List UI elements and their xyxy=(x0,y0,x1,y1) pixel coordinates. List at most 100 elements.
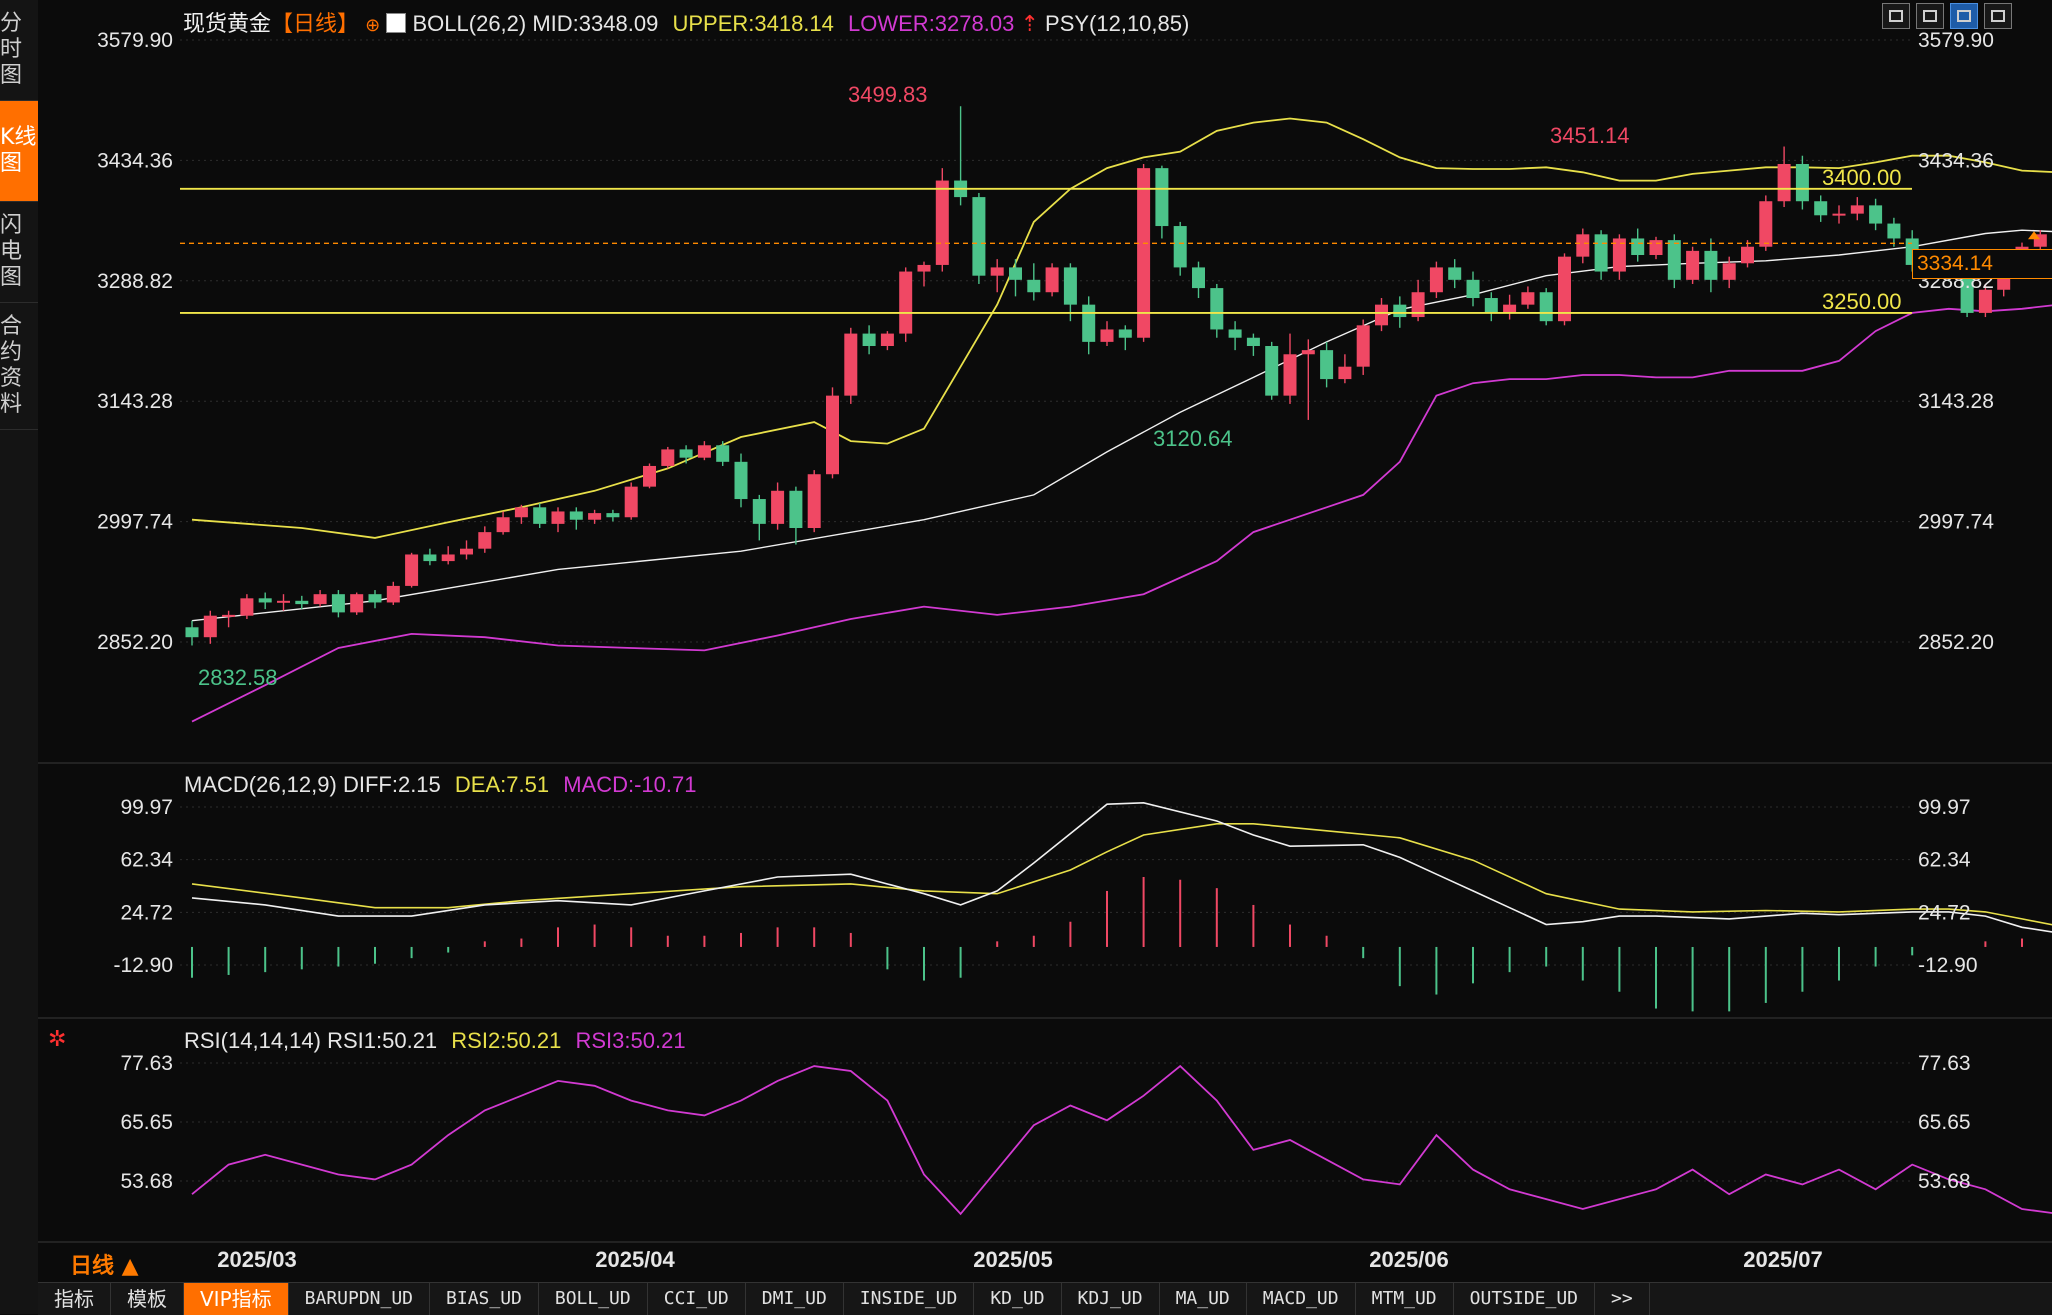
layout-split-icon[interactable] xyxy=(1916,3,1944,29)
boll-name: BOLL(26,2) xyxy=(413,11,527,36)
candle-body xyxy=(991,267,1004,275)
candle-body xyxy=(515,507,528,517)
price-axis-label-right: 3579.90 xyxy=(1918,29,1994,52)
candle-body xyxy=(1467,280,1480,298)
candle-body xyxy=(405,554,418,585)
symbol-name: 现货黄金 xyxy=(183,11,271,36)
candle-body xyxy=(1485,298,1498,313)
macd-axis-label-left: 24.72 xyxy=(120,901,173,924)
rsi-axis-label-left: 77.63 xyxy=(120,1052,173,1075)
indicator-tab[interactable]: KDJ_UD xyxy=(1062,1283,1160,1315)
candle-body xyxy=(222,615,235,617)
chart-canvas[interactable]: 3499.833451.142832.583120.643400.003250.… xyxy=(0,0,2052,1314)
candle-body xyxy=(1101,329,1114,341)
macd-axis-label-right: -12.90 xyxy=(1918,954,1978,977)
candle-body xyxy=(277,601,290,603)
macd-diff: DIFF:2.15 xyxy=(343,772,441,797)
candle-body xyxy=(1668,240,1681,280)
rsi-axis-label-left: 65.65 xyxy=(120,1111,173,1134)
indicator-tab[interactable]: 指标 xyxy=(38,1283,111,1315)
candle-body xyxy=(826,396,839,475)
chart-background xyxy=(38,0,2052,1282)
candle-body xyxy=(881,334,894,346)
candle-body xyxy=(1650,240,1663,255)
candle-body xyxy=(369,594,382,602)
candle-body xyxy=(1009,267,1022,279)
indicator-tab[interactable]: MTM_UD xyxy=(1356,1283,1454,1315)
rsi-header: RSI(14,14,14) RSI1:50.21 RSI2:50.21 RSI3… xyxy=(184,1028,686,1054)
indicator-tab[interactable]: >> xyxy=(1595,1283,1650,1315)
candle-body xyxy=(442,554,455,561)
candle-body xyxy=(625,487,638,518)
indicator-tab[interactable]: BIAS_UD xyxy=(430,1283,539,1315)
layout-chart-icon[interactable] xyxy=(1950,3,1978,29)
candle-body xyxy=(1320,350,1333,379)
psy-name: PSY(12,10,85) xyxy=(1045,11,1189,36)
macd-value: MACD:-10.71 xyxy=(563,772,696,797)
indicator-tab[interactable]: 模板 xyxy=(111,1283,184,1315)
rsi-value-3: RSI3:50.21 xyxy=(576,1028,686,1053)
view-toolbar xyxy=(1882,3,2012,29)
indicator-tab[interactable]: DMI_UD xyxy=(746,1283,844,1315)
price-axis-label-left: 3143.28 xyxy=(97,390,173,413)
candle-body xyxy=(1686,251,1699,280)
candle-body xyxy=(735,462,748,499)
candle-body xyxy=(1210,288,1223,329)
indicator-tab[interactable]: MA_UD xyxy=(1160,1283,1247,1315)
time-axis-label: 2025/05 xyxy=(973,1247,1053,1272)
candle-body xyxy=(552,511,565,523)
candle-body xyxy=(1027,280,1040,292)
candle-body xyxy=(1192,267,1205,288)
macd-dea: DEA:7.51 xyxy=(455,772,549,797)
candle-body xyxy=(643,466,656,487)
period-selector[interactable]: 日线 ▲ xyxy=(70,1248,139,1280)
candle-body xyxy=(1174,226,1187,267)
rsi-name: RSI(14,14,14) xyxy=(184,1028,321,1053)
rsi-settings-icon[interactable]: ✲ xyxy=(48,1026,66,1052)
indicator-tab[interactable]: BARUPDN_UD xyxy=(289,1283,430,1315)
candle-body xyxy=(186,627,199,637)
indicator-tab[interactable]: MACD_UD xyxy=(1247,1283,1356,1315)
candle-body xyxy=(1796,164,1809,201)
candle-body xyxy=(698,445,711,457)
rsi-axis-label-right: 77.63 xyxy=(1918,1052,1971,1075)
macd-axis-label-left: 99.97 xyxy=(120,796,173,819)
resistance-label: 3400.00 xyxy=(1822,165,1902,190)
low2-label: 3120.64 xyxy=(1153,426,1233,451)
chart-header: 现货黄金【日线】 ⊕ BOLL(26,2) MID:3348.09 UPPER:… xyxy=(183,6,1189,38)
candle-body xyxy=(844,334,857,396)
candle-body xyxy=(387,586,400,603)
price-axis-label-left: 3579.90 xyxy=(97,29,173,52)
boll-chart-icon[interactable] xyxy=(386,13,406,33)
indicator-tab[interactable]: INSIDE_UD xyxy=(844,1283,975,1315)
candle-body xyxy=(478,532,491,549)
candle-body xyxy=(259,598,272,602)
indicator-tab[interactable]: KD_UD xyxy=(974,1283,1061,1315)
candle-body xyxy=(1430,267,1443,292)
indicator-tab[interactable]: BOLL_UD xyxy=(539,1283,648,1315)
candle-body xyxy=(1375,305,1388,326)
candle-body xyxy=(1503,305,1516,313)
macd-axis-label-right: 62.34 xyxy=(1918,849,1971,872)
psy-arrow-icon: ⇡ xyxy=(1020,11,1038,36)
boll-upper: UPPER:3418.14 xyxy=(672,11,833,36)
candle-body xyxy=(423,554,436,561)
candle-body xyxy=(1284,354,1297,395)
candle-body xyxy=(863,334,876,346)
rsi-value-2: RSI2:50.21 xyxy=(451,1028,561,1053)
target-icon[interactable]: ⊕ xyxy=(365,15,380,35)
layout-grid-icon[interactable] xyxy=(1882,3,1910,29)
macd-axis-label-left: -12.90 xyxy=(113,954,173,977)
indicator-tab[interactable]: OUTSIDE_UD xyxy=(1454,1283,1595,1315)
indicator-tab[interactable]: VIP指标 xyxy=(184,1283,289,1315)
candle-body xyxy=(1814,201,1827,215)
indicator-toolbar: 指标模板VIP指标BARUPDN_UDBIAS_UDBOLL_UDCCI_UDD… xyxy=(38,1282,2052,1315)
indicator-tab[interactable]: CCI_UD xyxy=(648,1283,746,1315)
candle-body xyxy=(680,449,693,457)
candle-body xyxy=(972,197,985,276)
candle-body xyxy=(1723,263,1736,280)
candle-body xyxy=(1521,292,1534,304)
candle-body xyxy=(1247,338,1260,346)
candle-body xyxy=(1119,329,1132,337)
fullscreen-icon[interactable] xyxy=(1984,3,2012,29)
